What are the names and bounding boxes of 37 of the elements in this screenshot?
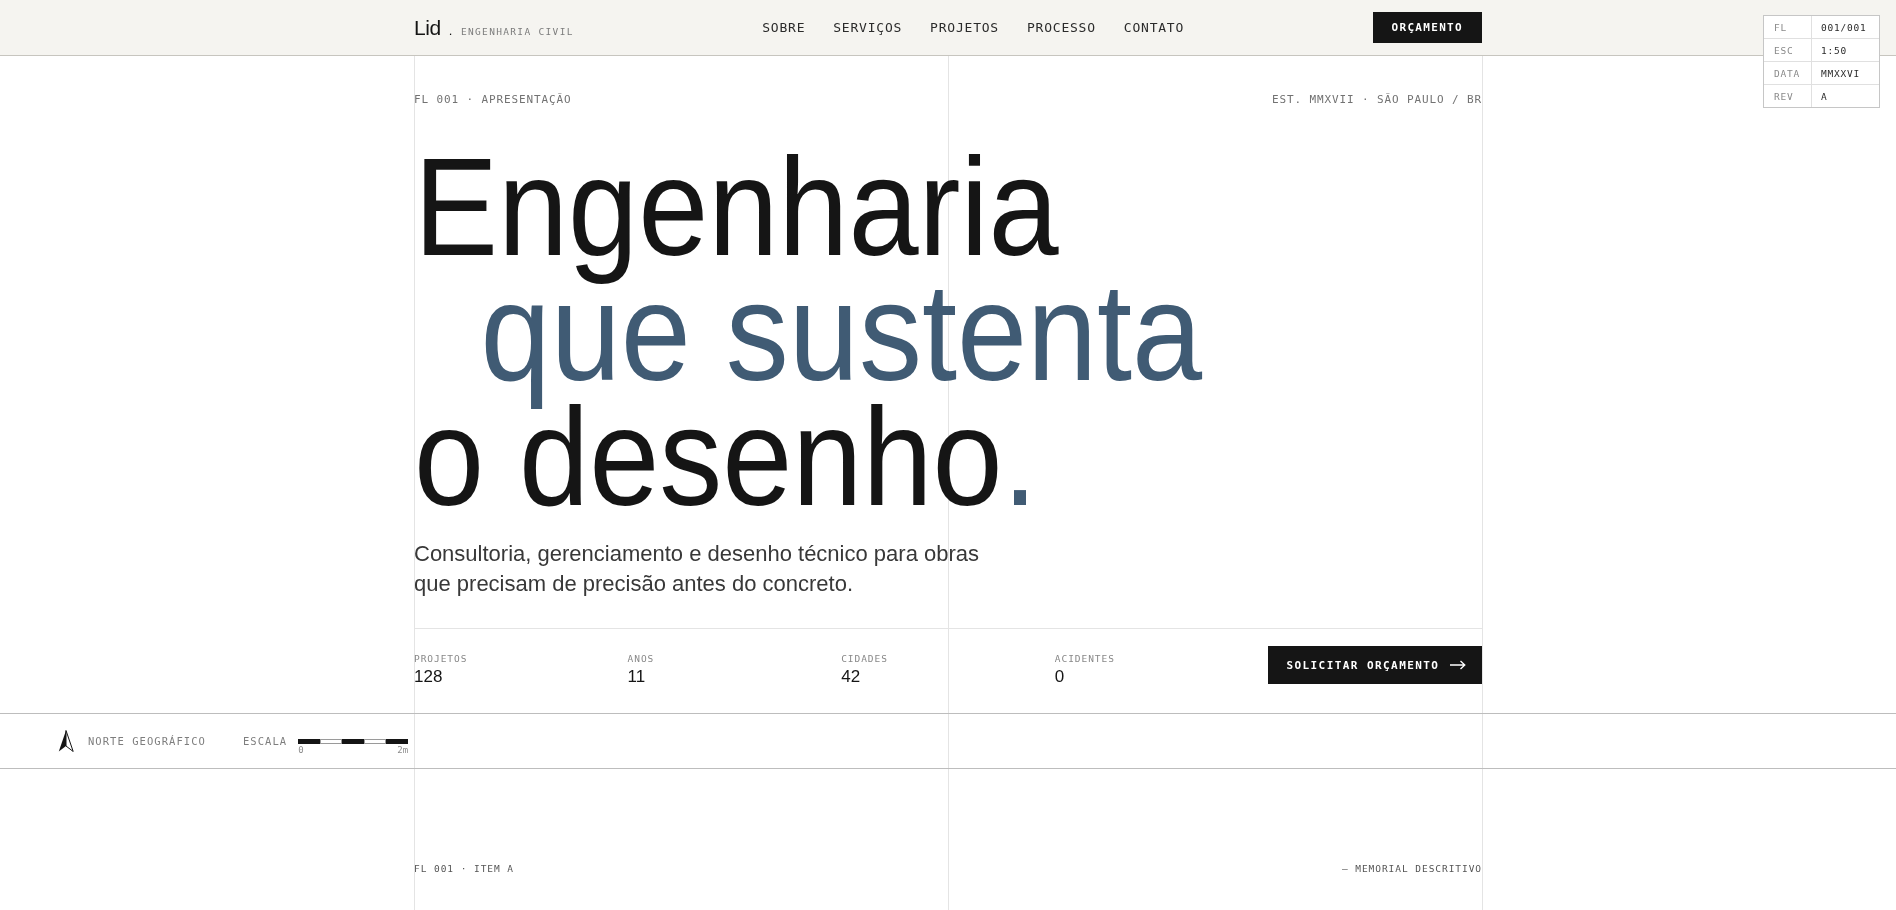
logo-tagline: ENGENHARIA CIVIL <box>460 25 574 37</box>
lead-paragraph: Consultoria, gerenciamento e desenho técnico para obras que precisam de precisão antes do concreto. <box>414 540 981 598</box>
sheet-field-value: 1:50 <box>1812 39 1879 62</box>
nav-link[interactable]: PROCESSO <box>1026 20 1096 35</box>
sheet-field-value: MMXXVI <box>1812 62 1879 85</box>
location-label: EST. MMXVII · SÃO PAULO / BR <box>1271 93 1482 107</box>
sheet-field-value: 001/001 <box>1812 16 1879 39</box>
sheet-field-label: FL <box>1764 16 1812 39</box>
north-arrow-icon <box>58 730 74 752</box>
nav-link[interactable]: SOBRE <box>762 20 806 35</box>
nav-link[interactable]: SERVIÇOS <box>833 20 903 35</box>
stat-value: 0 <box>1054 667 1065 687</box>
sheet-label: FL 001 · APRESENTAÇÃO <box>414 93 572 107</box>
sheet-field-label: DATA <box>1764 62 1812 85</box>
sheet-field-value: A <box>1820 89 1829 104</box>
stat-label: PROJETOS <box>414 652 468 665</box>
stat-label: CIDADES <box>841 652 888 665</box>
scale-tick-label: 2m <box>397 744 409 755</box>
nav-link[interactable]: CONTATO <box>1123 20 1185 35</box>
stat-value: 11 <box>627 667 646 687</box>
section-title: — MEMORIAL DESCRITIVO <box>1341 862 1482 875</box>
stat-value: 42 <box>841 667 861 687</box>
sheet-field-label: ESC <box>1764 39 1812 62</box>
quote-button[interactable]: ORÇAMENTO <box>1372 12 1482 43</box>
stat-label: ACIDENTES <box>1054 652 1115 665</box>
north-label: NORTE GEOGRÁFICO <box>88 735 206 747</box>
nav-link[interactable]: PROJETOS <box>930 20 999 35</box>
logo[interactable]: Lid . <box>414 15 452 40</box>
arrow-right-icon <box>1450 660 1466 670</box>
scale-label: ESCALA <box>242 735 288 747</box>
request-quote-button[interactable]: SOLICITAR ORÇAMENTO <box>1268 646 1482 684</box>
scale-tick-label: 0 <box>298 744 304 755</box>
stat-label: ANOS <box>627 652 655 665</box>
sheet-field-label: REV <box>1764 85 1812 107</box>
stat-value: 128 <box>414 667 443 687</box>
sheet-label: FL 001 · ITEM A <box>414 862 515 875</box>
headline: Engenharia que sustenta o desenho. <box>414 144 1204 519</box>
